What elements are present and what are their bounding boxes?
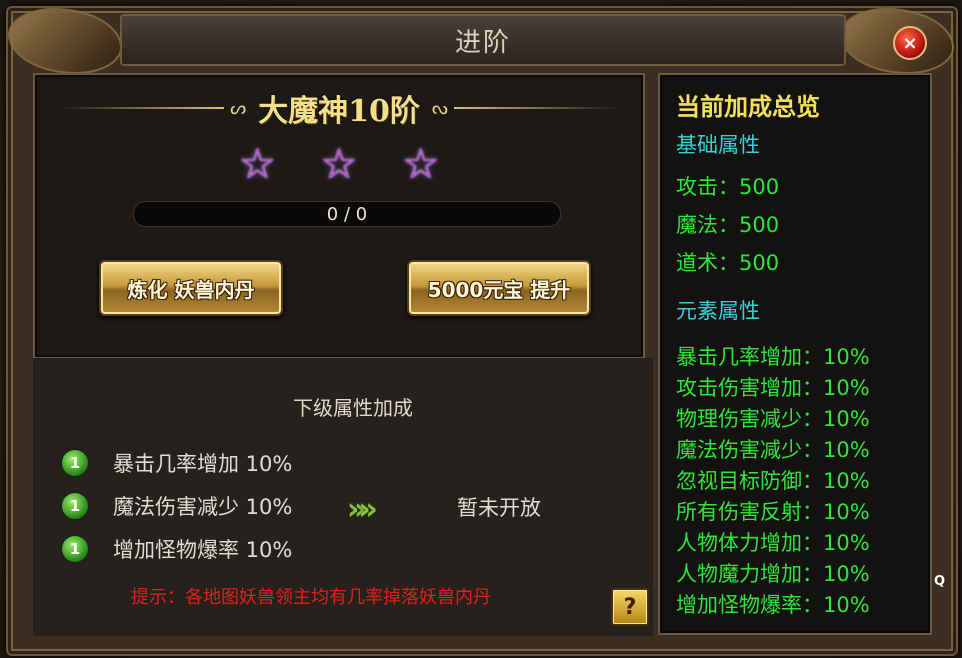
element-stat: 人物魔力增加：10%	[676, 562, 870, 586]
stage-name: 大魔神10阶	[258, 94, 420, 129]
double-arrow-icon: »»	[347, 492, 378, 527]
number-badge-icon: 1	[61, 449, 89, 477]
star-icon: ☆	[238, 139, 277, 188]
refine-button-label: 炼化 妖兽内丹	[127, 277, 255, 302]
progress-text: 0 / 0	[326, 203, 368, 225]
next-level-panel: 下级属性加成 1 暴击几率增加 10% 1 魔法伤害减少 10% 1 增加怪物爆…	[33, 358, 653, 636]
title-divider-right	[453, 107, 619, 109]
element-section-title: 元素属性	[676, 299, 760, 323]
summary-panel: 当前加成总览 基础属性 攻击：500 魔法：500 道术：500 元素属性 暴击…	[658, 73, 932, 635]
element-stat: 魔法伤害减少：10%	[676, 438, 870, 462]
stage-panel: ᔕ 大魔神10阶 ᔓ ☆ ☆ ☆ 0 / 0 炼化 妖兽内丹 5000元宝 提升	[33, 73, 645, 359]
element-stat: 人物体力增加：10%	[676, 531, 870, 555]
refine-button[interactable]: 炼化 妖兽内丹	[99, 260, 283, 316]
summary-title: 当前加成总览	[676, 93, 820, 121]
progress-bar: 0 / 0	[133, 201, 561, 227]
base-stat: 道术：500	[676, 251, 780, 275]
window-titlebar: 进阶	[120, 14, 846, 66]
element-stat: 暴击几率增加：10%	[676, 345, 870, 369]
list-item: 1 增加怪物爆率 10%	[61, 534, 292, 564]
window-title: 进阶	[454, 27, 511, 58]
attribute-text: 魔法伤害减少 10%	[113, 495, 293, 519]
close-icon: ×	[902, 32, 918, 54]
element-stat: 攻击伤害增加：10%	[676, 376, 870, 400]
ornament-left-icon: ᔕ	[230, 97, 247, 119]
star-icon: ☆	[320, 139, 358, 188]
question-icon: ?	[623, 594, 637, 620]
help-button[interactable]: ?	[611, 588, 649, 626]
hint-text: 提示：各地图妖兽领主均有几率掉落妖兽内丹	[131, 587, 491, 608]
title-divider-left	[59, 107, 225, 109]
element-stat: 所有伤害反射：10%	[676, 500, 870, 524]
list-item: 1 魔法伤害减少 10%	[61, 491, 292, 521]
attribute-text: 增加怪物爆率 10%	[113, 538, 293, 562]
stage-title: ᔕ 大魔神10阶 ᔓ	[35, 91, 643, 129]
list-item: 1 暴击几率增加 10%	[61, 448, 292, 478]
ornament-right-icon: ᔓ	[431, 97, 448, 119]
base-stat: 攻击：500	[676, 175, 780, 199]
base-section-title: 基础属性	[676, 133, 760, 157]
next-level-title: 下级属性加成	[293, 396, 413, 420]
base-stat: 魔法：500	[676, 213, 780, 237]
close-button[interactable]: ×	[893, 26, 927, 60]
element-stat: 忽视目标防御：10%	[676, 469, 870, 493]
next-level-status: 暂未开放	[457, 496, 541, 520]
attribute-text: 暴击几率增加 10%	[113, 452, 293, 476]
number-badge-icon: 1	[61, 535, 89, 563]
star-icon: ☆	[401, 139, 440, 188]
upgrade-button[interactable]: 5000元宝 提升	[407, 260, 591, 316]
element-stat: 物理伤害减少：10%	[676, 407, 870, 431]
corner-glyph: Q	[934, 574, 946, 589]
star-rating: ☆ ☆ ☆	[35, 143, 643, 185]
number-badge-icon: 1	[61, 492, 89, 520]
upgrade-button-label: 5000元宝 提升	[427, 277, 571, 302]
element-stat: 增加怪物爆率：10%	[676, 593, 870, 617]
